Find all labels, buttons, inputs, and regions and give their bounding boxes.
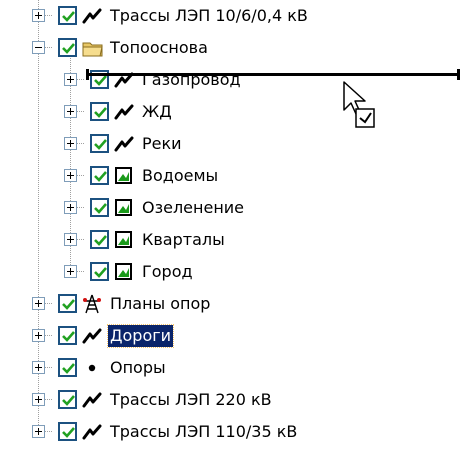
- tree-item[interactable]: Дороги: [0, 320, 460, 352]
- line-layer-icon: [82, 326, 102, 346]
- tree-item[interactable]: Трассы ЛЭП 110/35 кВ: [0, 416, 460, 448]
- expand-icon[interactable]: [32, 425, 45, 438]
- polygon-layer-icon: [114, 262, 134, 282]
- expand-icon[interactable]: [32, 329, 45, 342]
- expand-icon[interactable]: [32, 9, 45, 22]
- visibility-checkbox[interactable]: [58, 422, 77, 441]
- drop-insert-line: [86, 69, 460, 80]
- tree-item-label[interactable]: ЖД: [140, 101, 174, 123]
- visibility-checkbox[interactable]: [58, 6, 77, 25]
- visibility-checkbox[interactable]: [90, 166, 109, 185]
- visibility-checkbox[interactable]: [90, 230, 109, 249]
- tree-item[interactable]: Кварталы: [0, 224, 460, 256]
- visibility-checkbox[interactable]: [90, 198, 109, 217]
- expand-icon[interactable]: [64, 233, 77, 246]
- tree-item-label[interactable]: Реки: [140, 133, 184, 155]
- tree-item[interactable]: Трассы ЛЭП 220 кВ: [0, 384, 460, 416]
- layer-tree[interactable]: Трассы ЛЭП 10/6/0,4 кВ Топооснова Газопров…: [0, 0, 460, 462]
- point-layer-icon: [82, 358, 102, 378]
- expand-icon[interactable]: [32, 361, 45, 374]
- expand-icon[interactable]: [32, 393, 45, 406]
- tree-item[interactable]: Газопровод: [0, 64, 460, 96]
- tower-layer-icon: [82, 294, 102, 314]
- tree-item-label[interactable]: Трассы ЛЭП 220 кВ: [108, 389, 274, 411]
- tree-item-label[interactable]: Планы опор: [108, 293, 212, 315]
- line-layer-icon: [114, 102, 134, 122]
- visibility-checkbox[interactable]: [90, 134, 109, 153]
- expand-icon[interactable]: [64, 137, 77, 150]
- line-layer-icon: [82, 422, 102, 442]
- tree-item-label[interactable]: Опоры: [108, 357, 168, 379]
- expand-icon[interactable]: [64, 169, 77, 182]
- visibility-checkbox[interactable]: [58, 294, 77, 313]
- polygon-layer-icon: [114, 230, 134, 250]
- tree-item[interactable]: Водоемы: [0, 160, 460, 192]
- visibility-checkbox[interactable]: [58, 38, 77, 57]
- polygon-layer-icon: [114, 166, 134, 186]
- visibility-checkbox[interactable]: [90, 102, 109, 121]
- tree-item[interactable]: Трассы ЛЭП 10/6/0,4 кВ: [0, 0, 460, 32]
- tree-item-label[interactable]: Топооснова: [108, 37, 210, 59]
- polygon-layer-icon: [114, 198, 134, 218]
- tree-item[interactable]: Реки: [0, 128, 460, 160]
- tree-item-label[interactable]: Трассы ЛЭП 110/35 кВ: [108, 421, 299, 443]
- tree-item-label[interactable]: Трассы ЛЭП 10/6/0,4 кВ: [108, 5, 310, 27]
- tree-item[interactable]: Топооснова: [0, 32, 460, 64]
- tree-item-label[interactable]: Дороги: [106, 324, 175, 348]
- tree-item-label[interactable]: Кварталы: [140, 229, 227, 251]
- tree-item[interactable]: ЖД: [0, 96, 460, 128]
- expand-icon[interactable]: [32, 297, 45, 310]
- tree-item[interactable]: Планы опор: [0, 288, 460, 320]
- folder-icon: [82, 38, 103, 58]
- tree-item-label[interactable]: Озеленение: [140, 197, 246, 219]
- visibility-checkbox[interactable]: [58, 326, 77, 345]
- tree-item[interactable]: Опоры: [0, 352, 460, 384]
- line-layer-icon: [114, 134, 134, 154]
- visibility-checkbox[interactable]: [90, 262, 109, 281]
- visibility-checkbox[interactable]: [58, 390, 77, 409]
- tree-item[interactable]: Город: [0, 256, 460, 288]
- visibility-checkbox[interactable]: [58, 358, 77, 377]
- line-layer-icon: [82, 6, 102, 26]
- tree-item-label[interactable]: Город: [140, 261, 195, 283]
- collapse-icon[interactable]: [32, 41, 45, 54]
- tree-item-label[interactable]: Водоемы: [140, 165, 220, 187]
- line-layer-icon: [82, 390, 102, 410]
- expand-icon[interactable]: [64, 201, 77, 214]
- expand-icon[interactable]: [64, 105, 77, 118]
- expand-icon[interactable]: [64, 73, 77, 86]
- expand-icon[interactable]: [64, 265, 77, 278]
- tree-item[interactable]: Озеленение: [0, 192, 460, 224]
- drag-copy-cursor-icon: [340, 80, 378, 132]
